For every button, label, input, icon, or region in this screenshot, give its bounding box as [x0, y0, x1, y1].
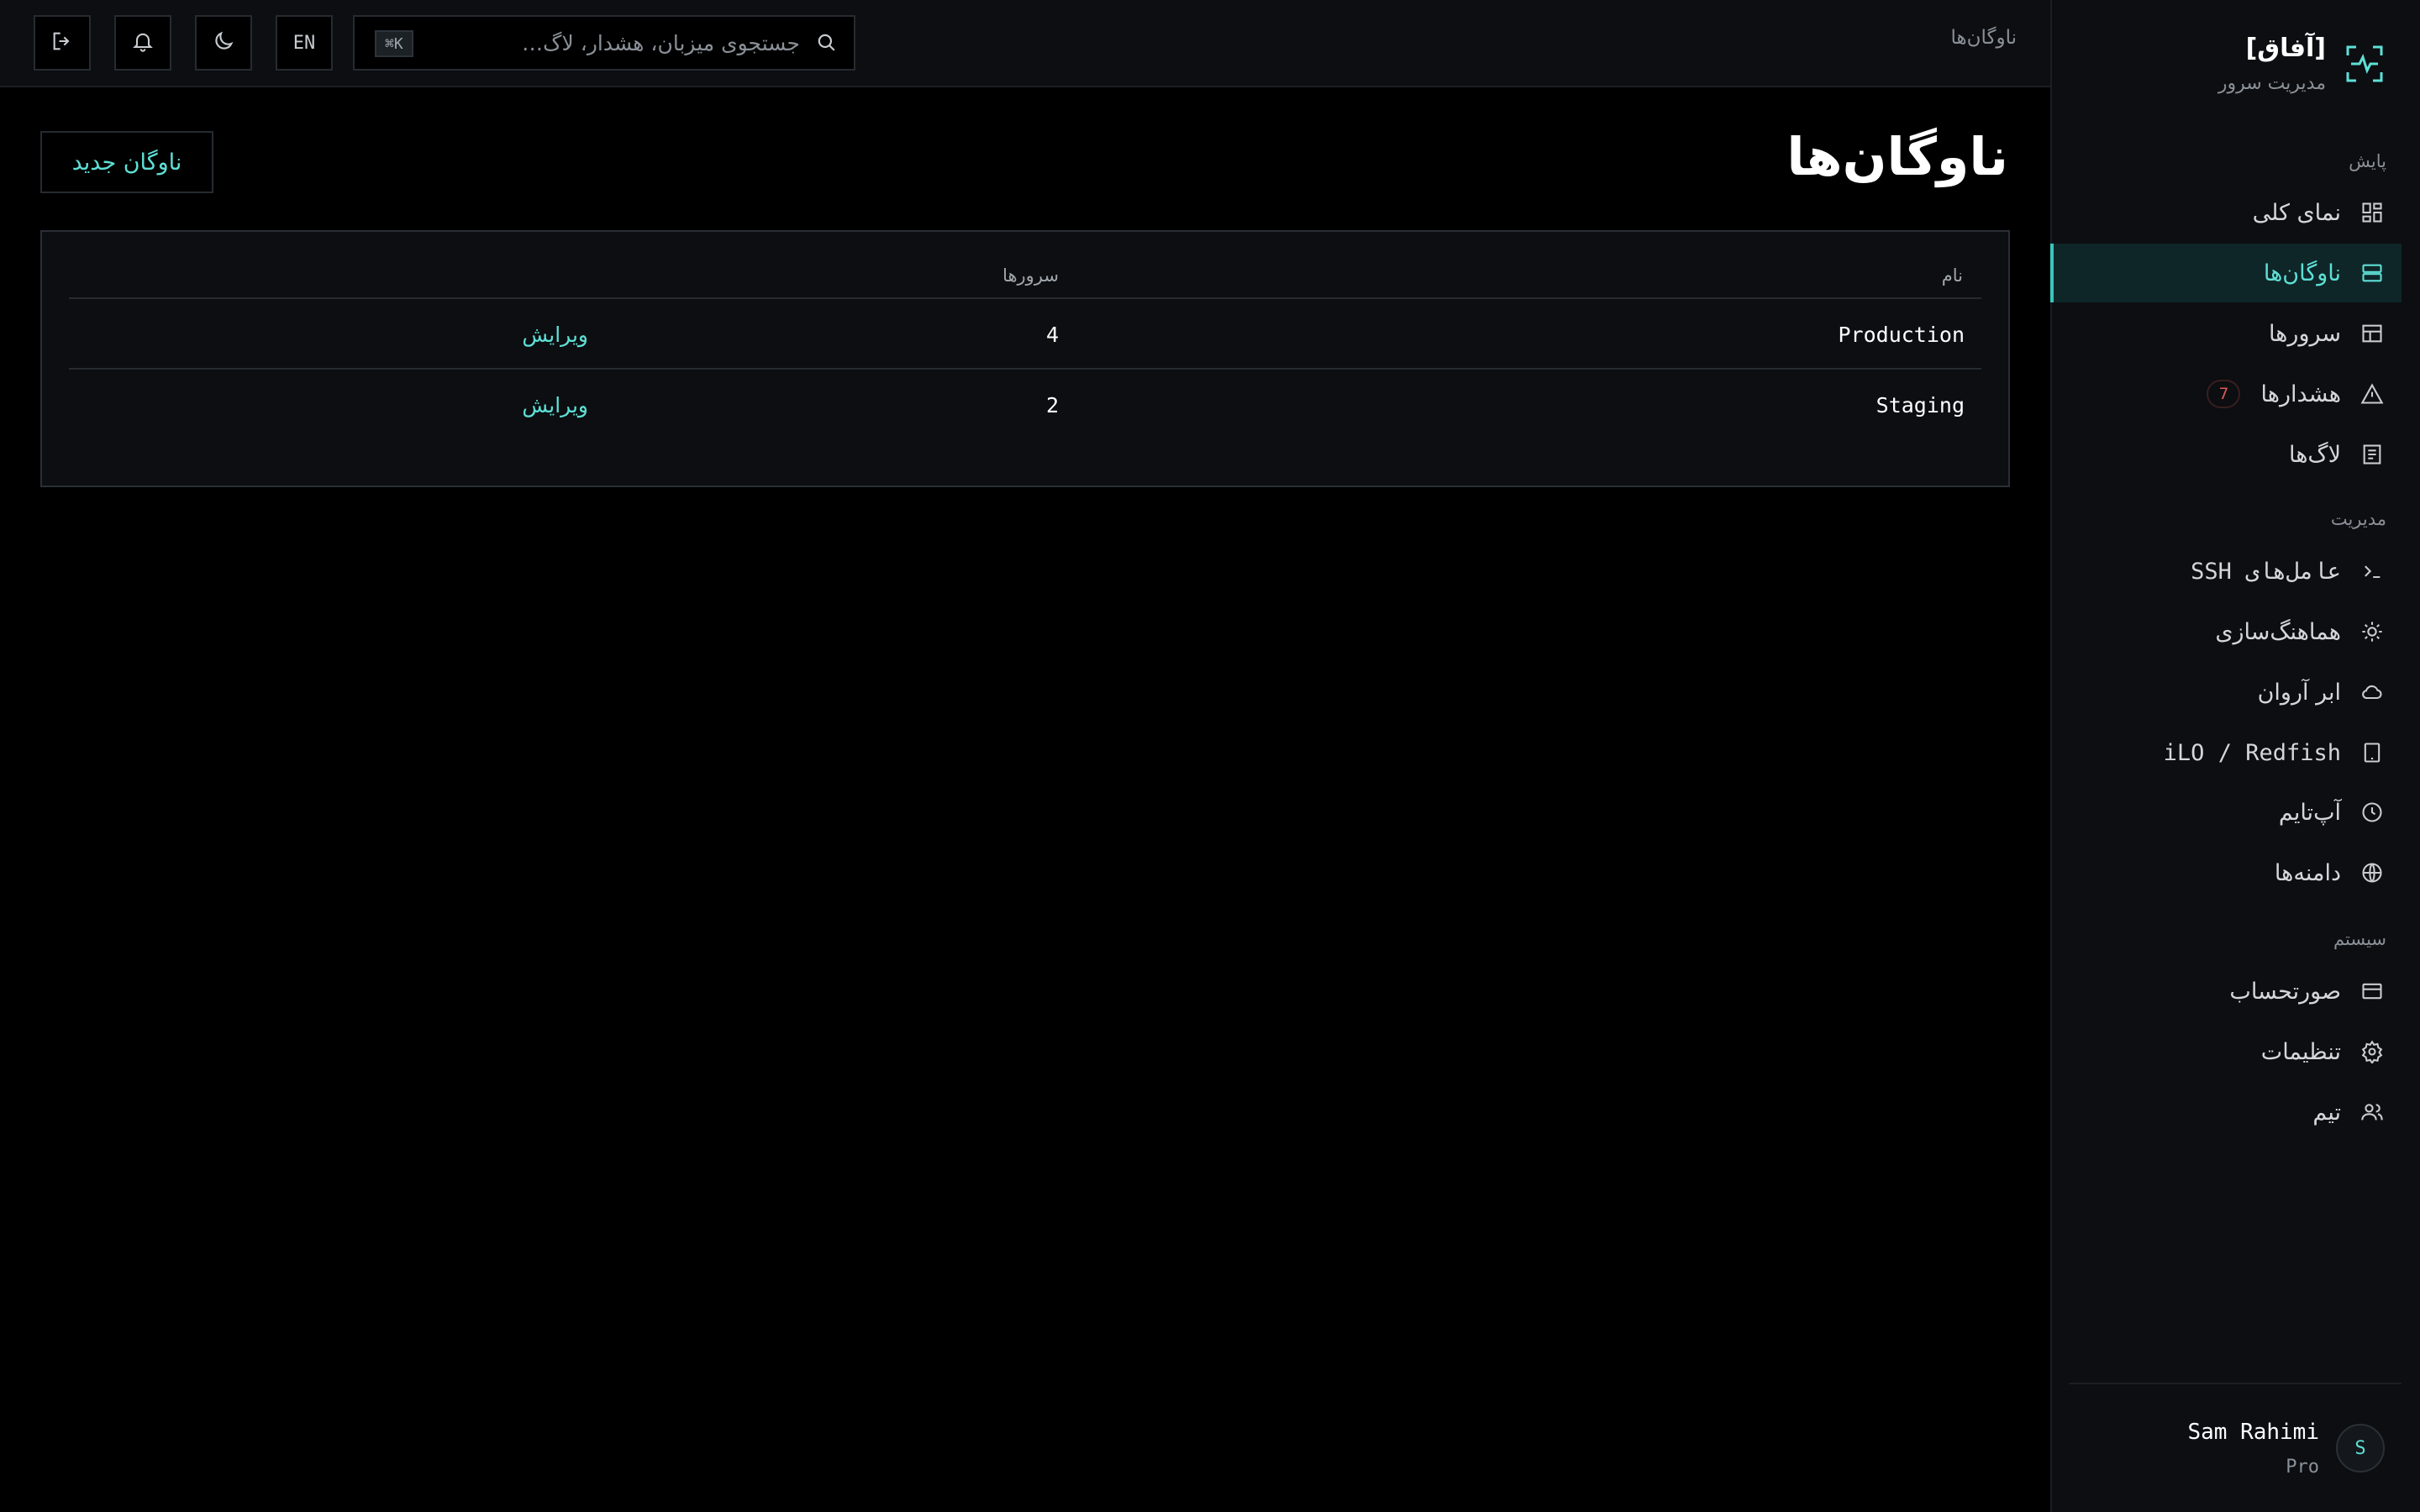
user-plan: Pro [2286, 1456, 2319, 1478]
language-label: EN [292, 32, 316, 54]
warning-icon [2358, 380, 2386, 408]
sidebar-item-label: هماهنگ‌سازی [2215, 618, 2341, 645]
logout-button[interactable] [34, 15, 91, 71]
logout-icon [50, 29, 74, 56]
sidebar-item-logs[interactable]: لاگ‌ها [2050, 425, 2402, 484]
sidebar-item-overview[interactable]: نمای کلی [2050, 183, 2402, 242]
sidebar-item-label: عامل‌های SSH [2191, 558, 2341, 585]
breadcrumb: ناوگان‌ها [1950, 27, 2017, 49]
globe-icon [2358, 858, 2386, 887]
sidebar: [آفاق] مدیریت سرور پایش نمای کلی ناوگان‌… [2050, 0, 2420, 1512]
server-stack-icon [2358, 259, 2386, 287]
table-icon [2358, 319, 2386, 348]
theme-toggle-button[interactable] [195, 15, 252, 71]
sidebar-item-settings[interactable]: تنظیمات [2050, 1022, 2402, 1081]
fleet-name: Production [1838, 323, 1965, 347]
fleet-name: Staging [1876, 393, 1965, 417]
moon-icon [212, 29, 235, 56]
fleets-table: نام سرورها Production 4 ویرایش Staging 2… [40, 230, 2010, 487]
new-fleet-button[interactable]: ناوگان جدید [40, 131, 213, 193]
column-header-name: نام [1941, 265, 1963, 286]
notifications-button[interactable] [114, 15, 171, 71]
sidebar-item-arvan-cloud[interactable]: ابر آروان [2050, 663, 2402, 722]
nav-section-management: مدیریت [2330, 509, 2386, 529]
sidebar-item-label: ناوگان‌ها [2263, 260, 2341, 286]
sidebar-item-label: هشدارها [2260, 381, 2341, 407]
edit-link[interactable]: ویرایش [522, 323, 588, 347]
sidebar-item-team[interactable]: تیم [2050, 1083, 2402, 1142]
brand-subtitle: مدیریت سرور [2217, 73, 2326, 94]
cloud-icon [2358, 678, 2386, 706]
column-header-servers: سرورها [1002, 265, 1059, 286]
sidebar-item-uptime[interactable]: آپ‌تایم [2050, 783, 2402, 842]
sidebar-item-fleets[interactable]: ناوگان‌ها [2050, 244, 2402, 302]
sidebar-item-sync[interactable]: هماهنگ‌سازی [2050, 602, 2402, 661]
sidebar-item-servers[interactable]: سرورها [2050, 304, 2402, 363]
brand[interactable]: [آفاق] مدیریت سرور [2218, 34, 2386, 101]
search-input[interactable]: جستجوی میزبان، هشدار، لاگ… ⌘K [353, 15, 855, 71]
sidebar-item-label: نمای کلی [2252, 199, 2341, 226]
users-icon [2358, 1098, 2386, 1126]
sidebar-item-ssh-agents[interactable]: عامل‌های SSH [2050, 542, 2402, 601]
table-row[interactable]: Production 4 ویرایش [69, 299, 1981, 370]
top-bar: ناوگان‌ها جستجوی میزبان، هشدار، لاگ… ⌘K … [0, 0, 2050, 87]
sidebar-item-domains[interactable]: دامنه‌ها [2050, 843, 2402, 902]
credit-card-icon [2358, 977, 2386, 1005]
sidebar-item-label: آپ‌تایم [2278, 799, 2341, 826]
sidebar-item-label: صورتحساب [2229, 978, 2341, 1005]
server-count: 2 [1045, 393, 1059, 417]
search-placeholder: جستجوی میزبان، هشدار، لاگ… [522, 30, 800, 55]
sidebar-item-alerts[interactable]: هشدارها 7 [2050, 365, 2402, 423]
page-title: ناوگان‌ها [1786, 126, 2008, 187]
terminal-icon [2358, 557, 2386, 585]
user-profile[interactable]: S Sam Rahimi Pro [2069, 1383, 2402, 1512]
tablet-icon [2358, 738, 2386, 767]
table-row[interactable]: Staging 2 ویرایش [69, 370, 1981, 440]
sun-icon [2358, 617, 2386, 646]
server-count: 4 [1045, 323, 1059, 347]
table-header: نام سرورها [69, 249, 1981, 299]
user-name: Sam Rahimi [2187, 1419, 2319, 1445]
alerts-count-badge: 7 [2207, 380, 2241, 408]
grid-icon [2358, 198, 2386, 227]
nav-section-system: سیستم [2333, 929, 2386, 949]
clock-icon [2358, 798, 2386, 827]
brand-name: [آفاق] [2245, 34, 2326, 63]
bell-icon [131, 29, 155, 56]
avatar: S [2336, 1424, 2385, 1473]
search-shortcut-hint: ⌘K [375, 30, 413, 57]
pulse-logo-icon [2343, 42, 2386, 86]
edit-link[interactable]: ویرایش [522, 393, 588, 417]
language-toggle-button[interactable]: EN [276, 15, 333, 71]
document-icon [2358, 440, 2386, 469]
sidebar-item-label: سرورها [2268, 320, 2341, 347]
sidebar-item-label: دامنه‌ها [2274, 859, 2341, 886]
gear-icon [2358, 1037, 2386, 1066]
sidebar-item-label: تیم [2312, 1099, 2341, 1126]
sidebar-item-label: لاگ‌ها [2288, 441, 2341, 468]
sidebar-item-label: ابر آروان [2257, 679, 2341, 706]
search-icon [813, 31, 837, 55]
sidebar-item-label: تنظیمات [2260, 1038, 2341, 1065]
nav-section-monitoring: پایش [2349, 151, 2386, 171]
sidebar-item-ilo-redfish[interactable]: iLO / Redfish [2050, 723, 2402, 782]
sidebar-item-label: iLO / Redfish [2163, 739, 2341, 766]
sidebar-item-billing[interactable]: صورتحساب [2050, 962, 2402, 1021]
